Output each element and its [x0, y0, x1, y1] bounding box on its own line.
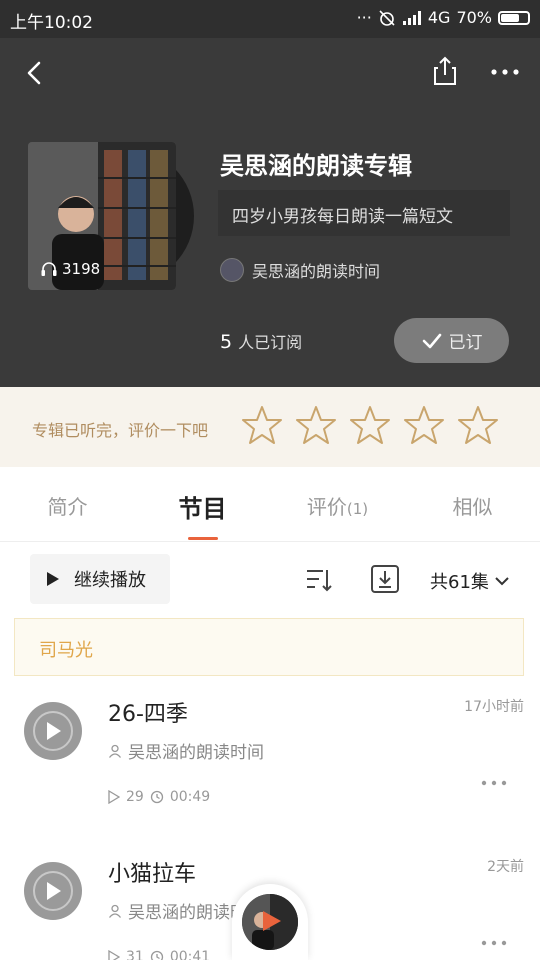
star-icon[interactable]	[242, 405, 282, 445]
rating-prompt-text: 专辑已听完，评价一下吧	[32, 421, 209, 440]
episode-play-button[interactable]	[24, 702, 82, 760]
person-icon	[108, 904, 122, 918]
clock-icon	[150, 950, 163, 960]
battery-percent: 70%	[456, 8, 492, 27]
tab-programs-label: 节目	[178, 495, 227, 523]
subscribe-button[interactable]: 已订	[394, 318, 509, 363]
subscriber-label: 人已订阅	[238, 333, 303, 352]
download-button[interactable]	[370, 564, 400, 594]
headphones-icon	[41, 262, 57, 276]
episode-stats: 31 00:41	[108, 949, 210, 960]
more-dots-icon	[481, 780, 507, 786]
tab-bar: 简介 节目 评价(1) 相似	[0, 467, 540, 542]
star-icon[interactable]	[296, 405, 336, 445]
check-icon	[422, 333, 441, 348]
subscribe-label: 已订	[448, 333, 483, 353]
battery-icon	[498, 10, 530, 25]
tab-similar-label: 相似	[452, 495, 493, 519]
tab-similar[interactable]: 相似	[405, 467, 540, 541]
author-avatar	[220, 258, 244, 282]
continue-play-label: 继续播放	[74, 570, 146, 591]
more-button[interactable]	[488, 60, 522, 84]
play-count-value: 3198	[62, 260, 101, 278]
star-icon[interactable]	[458, 405, 498, 445]
play-count: 3198	[40, 260, 100, 278]
tab-reviews[interactable]: 评价(1)	[270, 467, 405, 541]
tab-programs[interactable]: 节目	[135, 467, 270, 541]
more-dots-icon	[481, 940, 507, 946]
sort-button[interactable]	[305, 566, 333, 594]
download-icon	[371, 565, 399, 593]
play-count-icon	[108, 950, 120, 960]
chevron-down-icon	[495, 577, 509, 586]
notice-banner[interactable]: 司马光	[14, 618, 524, 676]
album-header: 3198 吴思涵的朗读专辑 四岁小男孩每日朗读一篇短文 吴思涵的朗读时间 5 人已…	[0, 38, 540, 387]
more-dots-icon	[491, 69, 519, 75]
continue-play-button[interactable]: 继续播放	[30, 554, 170, 604]
mini-player[interactable]	[232, 884, 308, 960]
tab-reviews-count: (1)	[346, 500, 369, 518]
episode-title: 26-四季	[108, 702, 188, 727]
status-time: 上午10:02	[10, 13, 93, 33]
alarm-off-icon	[379, 9, 395, 26]
back-arrow-icon	[27, 61, 41, 85]
tab-intro-label: 简介	[47, 495, 88, 519]
status-bar: 上午10:02 ··· 4G 70%	[0, 0, 540, 38]
share-button[interactable]	[428, 54, 462, 88]
episode-total-label: 共61集	[430, 572, 489, 593]
subscriber-number: 5	[220, 331, 233, 353]
episode-play-button[interactable]	[24, 862, 82, 920]
episode-time: 17小时前	[464, 699, 524, 715]
subscriber-count: 5 人已订阅	[220, 329, 302, 353]
signal-icon	[402, 10, 421, 25]
tab-intro[interactable]: 简介	[0, 467, 135, 541]
back-button[interactable]	[18, 56, 52, 90]
star-icon[interactable]	[350, 405, 390, 445]
episode-author: 吴思涵的朗读时间	[108, 738, 264, 763]
episode-plays: 31	[126, 949, 144, 960]
episode-more-button[interactable]	[480, 772, 508, 786]
play-icon	[263, 911, 281, 931]
episode-item[interactable]: 26-四季 17小时前 吴思涵的朗读时间 29 00:49	[0, 686, 540, 846]
play-icon	[47, 882, 61, 900]
star-icon[interactable]	[404, 405, 444, 445]
author-name: 吴思涵的朗读时间	[252, 262, 381, 281]
share-icon	[434, 56, 456, 85]
play-icon	[47, 722, 61, 740]
play-count-icon	[108, 790, 120, 804]
album-description[interactable]: 四岁小男孩每日朗读一篇短文	[218, 190, 510, 236]
episode-more-button[interactable]	[480, 932, 508, 946]
person-icon	[108, 744, 122, 758]
episode-plays: 29	[126, 789, 144, 805]
tab-reviews-label: 评价	[306, 495, 347, 519]
episode-title: 小猫拉车	[108, 862, 197, 887]
network-type: 4G	[427, 8, 451, 27]
play-icon	[47, 572, 59, 586]
rating-stars	[242, 405, 498, 445]
episode-author-name: 吴思涵的朗读时间	[128, 743, 264, 763]
status-indicators: ··· 4G 70%	[357, 8, 530, 27]
episode-time: 2天前	[487, 859, 524, 875]
tab-active-indicator	[187, 537, 218, 540]
episode-total-dropdown[interactable]: 共61集	[430, 568, 509, 594]
clock-icon	[150, 790, 163, 804]
episode-duration: 00:41	[169, 949, 211, 960]
more-status-icon: ···	[356, 8, 372, 27]
album-author[interactable]: 吴思涵的朗读时间	[220, 258, 380, 282]
album-title: 吴思涵的朗读专辑	[220, 152, 412, 180]
sort-icon	[307, 570, 332, 592]
episode-stats: 29 00:49	[108, 789, 210, 805]
rating-prompt: 专辑已听完，评价一下吧	[0, 387, 540, 467]
episode-duration: 00:49	[169, 789, 211, 805]
episode-toolbar: 继续播放 共61集	[0, 542, 540, 618]
